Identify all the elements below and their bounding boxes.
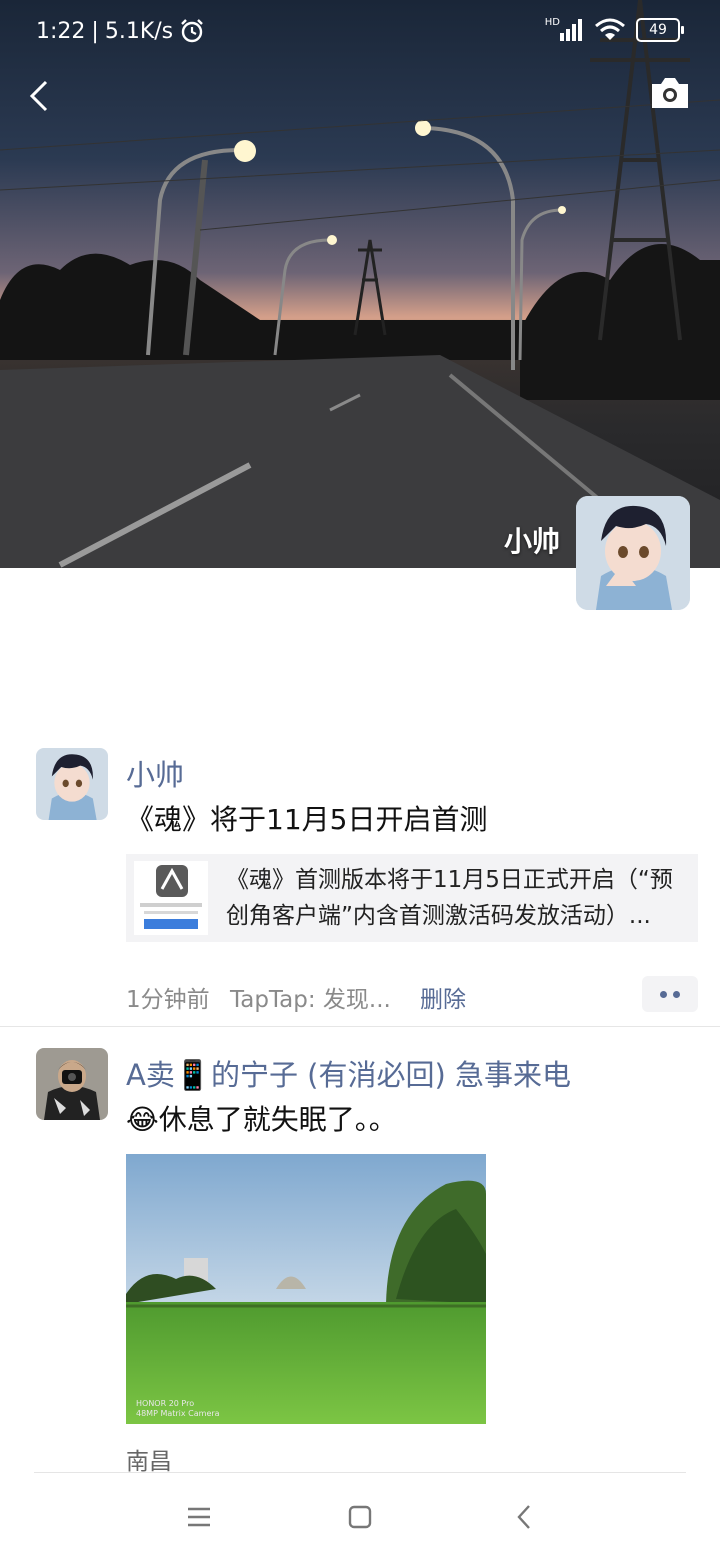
alarm-icon bbox=[181, 19, 203, 43]
wifi-icon bbox=[595, 18, 625, 40]
post-divider bbox=[0, 1026, 720, 1027]
post-text: 😂休息了就失眠了。。 bbox=[126, 1103, 397, 1136]
link-thumbnail bbox=[134, 861, 208, 935]
owner-name[interactable]: 小帅 bbox=[504, 520, 560, 560]
post-location[interactable]: 南昌 bbox=[126, 1442, 172, 1476]
network-speed: 5.1K/s bbox=[104, 18, 174, 44]
shared-link-card[interactable]: 《魂》首测版本将于11月5日正式开启（“预 创角客户端”内含首测激活码发放活动）… bbox=[126, 854, 698, 942]
post-author[interactable]: 小帅 bbox=[126, 752, 184, 794]
menu-icon[interactable] bbox=[184, 1502, 214, 1532]
svg-text:HONOR 20 Pro: HONOR 20 Pro bbox=[136, 1399, 194, 1408]
cover-scene bbox=[0, 0, 720, 568]
svg-text:48MP Matrix Camera: 48MP Matrix Camera bbox=[136, 1409, 220, 1418]
anime-avatar-image bbox=[576, 496, 690, 610]
post-time: 1分钟前 bbox=[126, 987, 210, 1013]
link-line-1: 《魂》首测版本将于11月5日正式开启（“预 bbox=[226, 867, 673, 893]
comment-like-button[interactable] bbox=[642, 976, 698, 1012]
status-bar: 1:22 | 5.1K/s HD 49 bbox=[0, 0, 720, 64]
status-time: 1:22 bbox=[36, 18, 86, 44]
park-photo-image: HONOR 20 Pro 48MP Matrix Camera bbox=[126, 1154, 486, 1424]
nav-back-icon[interactable] bbox=[510, 1502, 540, 1532]
owner-avatar[interactable] bbox=[576, 496, 690, 610]
post-avatar[interactable] bbox=[36, 1048, 108, 1120]
dot-icon bbox=[660, 990, 667, 998]
dot-icon bbox=[673, 990, 680, 998]
signal-icon bbox=[560, 19, 582, 41]
camera-icon[interactable] bbox=[650, 76, 690, 110]
post-photo[interactable]: HONOR 20 Pro 48MP Matrix Camera bbox=[126, 1154, 486, 1424]
person-avatar-image bbox=[36, 1048, 108, 1120]
post-source[interactable]: TapTap: 发现... bbox=[230, 980, 391, 1014]
battery-indicator: 49 bbox=[636, 18, 684, 42]
anime-avatar-image bbox=[36, 748, 108, 820]
post-text: 《魂》将于11月5日开启首测 bbox=[126, 803, 488, 836]
nav-separator bbox=[34, 1472, 686, 1473]
game-logo-icon bbox=[134, 861, 208, 935]
delete-button[interactable]: 删除 bbox=[420, 980, 466, 1014]
hd-label: HD bbox=[544, 16, 560, 28]
system-navigation-bar bbox=[0, 1474, 720, 1560]
post-author[interactable]: A卖📱的宁子 (有消必回) 急事来电 bbox=[126, 1052, 571, 1094]
back-icon[interactable] bbox=[22, 76, 62, 116]
home-icon[interactable] bbox=[345, 1502, 375, 1532]
link-line-2: 创角客户端”内含首测激活码发放活动）... bbox=[226, 903, 651, 929]
post-avatar[interactable] bbox=[36, 748, 108, 820]
cover-photo[interactable]: 1:22 | 5.1K/s HD 49 小帅 bbox=[0, 0, 720, 568]
link-description: 《魂》首测版本将于11月5日正式开启（“预 创角客户端”内含首测激活码发放活动）… bbox=[226, 862, 696, 934]
